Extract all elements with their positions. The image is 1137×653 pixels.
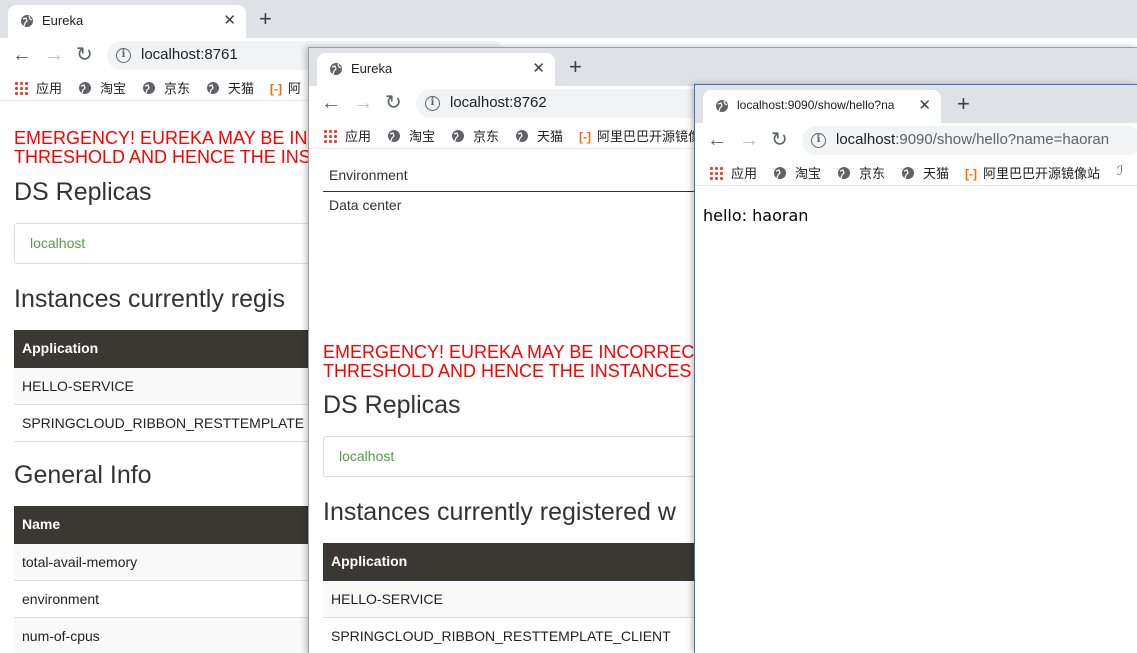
info-icon[interactable]: i xyxy=(425,96,440,111)
emergency-warning: EMERGENCY! EUREKA MAY BE IN THRESHOLD AN… xyxy=(14,128,311,167)
globe-icon xyxy=(774,167,786,179)
bookmark-tmall[interactable]: 天猫 xyxy=(206,78,254,97)
apps-icon xyxy=(323,129,337,143)
tab-title: Eureka xyxy=(42,13,84,28)
bookmark-jd[interactable]: 京东 xyxy=(837,163,885,182)
forward-icon[interactable]: → xyxy=(353,91,373,115)
page-content: hello: haoran xyxy=(695,186,1137,653)
globe-icon xyxy=(452,130,464,142)
globe-icon xyxy=(207,82,219,94)
tab-title: localhost:9090/show/hello?na xyxy=(737,98,895,112)
url-text: localhost:8762 xyxy=(450,94,547,111)
bookmark-jd[interactable]: 京东 xyxy=(142,78,190,97)
info-icon[interactable]: i xyxy=(811,133,826,148)
apps-icon xyxy=(709,166,723,180)
url-text: localhost:9090/show/hello?name=haoran xyxy=(836,131,1110,148)
globe-icon xyxy=(21,15,33,27)
forward-icon[interactable]: → xyxy=(739,128,759,152)
close-icon[interactable]: ✕ xyxy=(532,59,545,77)
general-info-heading: General Info xyxy=(14,461,152,489)
address-bar[interactable]: i localhost:9090/show/hello?name=haoran xyxy=(802,126,1137,155)
instances-table-header: Application xyxy=(323,543,743,581)
table-row: SPRINGCLOUD_RIBBON_RESTTEMPLATE_CLIENT xyxy=(323,618,743,653)
globe-icon xyxy=(838,167,850,179)
bookmark-tmall[interactable]: 天猫 xyxy=(515,126,563,145)
instances-heading: Instances currently regis xyxy=(14,285,285,313)
aliyun-icon: [-] xyxy=(270,82,282,96)
datacenter-label: Data center xyxy=(329,197,402,213)
reload-icon[interactable]: ↻ xyxy=(771,128,788,152)
ds-replicas-heading: DS Replicas xyxy=(14,178,152,206)
bookmark-jd[interactable]: 京东 xyxy=(451,126,499,145)
url-text: localhost:8761 xyxy=(141,46,238,63)
bookmark-aliyun[interactable]: [-] 阿里巴巴开源镜像 xyxy=(579,126,701,145)
replica-box: localhost xyxy=(323,436,723,477)
aliyun-icon: [-] xyxy=(579,130,591,144)
environment-label: Environment xyxy=(329,167,408,183)
tab-hello[interactable]: localhost:9090/show/hello?na ✕ xyxy=(703,90,941,123)
ds-replicas-heading: DS Replicas xyxy=(323,391,461,419)
back-icon[interactable]: ← xyxy=(12,43,32,67)
hello-response-text: hello: haoran xyxy=(703,206,809,225)
globe-icon xyxy=(716,100,728,112)
tab-eureka[interactable]: Eureka ✕ xyxy=(8,5,246,38)
close-icon[interactable]: ✕ xyxy=(223,11,236,29)
bookmark-apps[interactable]: 应用 xyxy=(14,78,62,97)
bookmark-tmall[interactable]: 天猫 xyxy=(901,163,949,182)
globe-icon xyxy=(79,82,91,94)
new-tab-icon[interactable]: + xyxy=(259,6,272,32)
tab-strip: localhost:9090/show/hello?na ✕ + xyxy=(695,85,1137,123)
bookmark-apps[interactable]: 应用 xyxy=(323,126,371,145)
tab-strip: Eureka ✕ + xyxy=(0,0,1137,38)
globe-icon xyxy=(902,167,914,179)
browser-window-9090: localhost:9090/show/hello?na ✕ + ← → ↻ i… xyxy=(694,84,1137,653)
table-row: HELLO-SERVICE xyxy=(323,581,743,618)
reload-icon[interactable]: ↻ xyxy=(385,91,402,115)
instances-heading: Instances currently registered w xyxy=(323,498,676,526)
globe-icon xyxy=(143,82,155,94)
forward-icon[interactable]: → xyxy=(44,43,64,67)
replica-link[interactable]: localhost xyxy=(30,235,85,251)
tab-strip: Eureka ✕ + xyxy=(309,48,1137,86)
tab-title: Eureka xyxy=(351,61,393,76)
emergency-warning: EMERGENCY! EUREKA MAY BE INCORREC THRESH… xyxy=(323,342,695,381)
new-tab-icon[interactable]: + xyxy=(957,91,970,117)
bookmark-taobao[interactable]: 淘宝 xyxy=(773,163,821,182)
globe-icon xyxy=(516,130,528,142)
globe-icon xyxy=(388,130,400,142)
bookmark-taobao[interactable]: 淘宝 xyxy=(387,126,435,145)
bookmark-aliyun[interactable]: [-] 阿 xyxy=(270,78,301,97)
overflow-icon[interactable]: ℐ xyxy=(1117,163,1123,179)
reload-icon[interactable]: ↻ xyxy=(76,43,93,67)
tab-eureka[interactable]: Eureka ✕ xyxy=(317,53,555,86)
toolbar: ← → ↻ i localhost:9090/show/hello?name=h… xyxy=(695,123,1137,158)
new-tab-icon[interactable]: + xyxy=(569,54,582,80)
back-icon[interactable]: ← xyxy=(707,128,727,152)
bookmark-apps[interactable]: 应用 xyxy=(709,163,757,182)
info-icon[interactable]: i xyxy=(116,48,131,63)
apps-icon xyxy=(14,81,28,95)
back-icon[interactable]: ← xyxy=(321,91,341,115)
bookmark-taobao[interactable]: 淘宝 xyxy=(78,78,126,97)
bookmarks-bar: 应用 淘宝 京东 天猫 [-] 阿里巴巴开源镜像站 ℐ xyxy=(695,158,1137,186)
close-icon[interactable]: ✕ xyxy=(918,96,931,114)
replica-link[interactable]: localhost xyxy=(339,448,394,464)
bookmark-aliyun[interactable]: [-] 阿里巴巴开源镜像站 xyxy=(965,163,1100,182)
aliyun-icon: [-] xyxy=(965,167,977,181)
globe-icon xyxy=(330,63,342,75)
